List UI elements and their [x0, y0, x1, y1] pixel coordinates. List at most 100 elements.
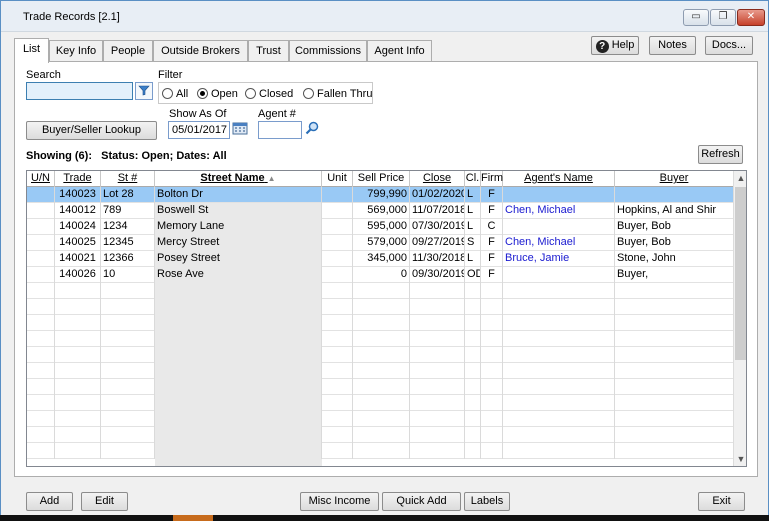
col-header-street-name[interactable]: Street Name ▲ — [155, 171, 322, 187]
filter-open-radio[interactable]: Open — [197, 87, 238, 101]
cell-unit — [322, 187, 353, 203]
magnifier-icon[interactable] — [303, 121, 321, 139]
cell-trade — [55, 427, 101, 443]
col-header-un[interactable]: U/N — [27, 171, 55, 187]
cell-st-num: Lot 28 — [101, 187, 155, 203]
docs-button[interactable]: Docs... — [705, 36, 753, 55]
col-header-firm[interactable]: Firm — [481, 171, 503, 187]
restore-button[interactable]: ❐ — [710, 9, 736, 26]
cell-sell-price: 0 — [353, 267, 410, 283]
col-header-unit[interactable]: Unit — [322, 171, 353, 187]
agent-number-field[interactable] — [258, 121, 302, 139]
col-header-sell-price[interactable]: Sell Price — [353, 171, 410, 187]
filter-all-radio[interactable]: All — [162, 87, 188, 101]
filter-closed-radio[interactable]: Closed — [245, 87, 293, 101]
col-header-agent-name[interactable]: Agent's Name — [503, 171, 615, 187]
cell-agent-name — [503, 379, 615, 395]
cell-close: 07/30/2019 — [410, 219, 465, 235]
col-header-buyer[interactable]: Buyer — [615, 171, 733, 187]
title-bar: Trade Records [2.1] ▭ ❐ ✕ — [1, 1, 768, 32]
scrollbar-thumb[interactable] — [735, 187, 746, 360]
cell-cl — [465, 395, 481, 411]
cell-agent-name: Chen, Michael — [503, 235, 615, 251]
table-row[interactable]: 14002610Rose Ave 009/30/2019ODF Buyer, — [27, 267, 733, 283]
scroll-down-icon[interactable]: ▼ — [734, 452, 746, 466]
table-row[interactable]: 140025 12345 Mercy Street 579,000 09/27/2019… — [27, 235, 733, 251]
edit-button[interactable]: Edit — [81, 492, 128, 511]
col-header-close[interactable]: Close — [410, 171, 465, 187]
cell-sell-price — [353, 283, 410, 299]
tab-list[interactable]: List — [14, 38, 49, 63]
cell-unit — [322, 283, 353, 299]
tab-commissions[interactable]: Commissions — [289, 40, 367, 62]
tab-trust[interactable]: Trust — [248, 40, 289, 62]
cell-street-name — [155, 315, 322, 331]
cell-un — [27, 187, 55, 203]
cell-firm — [481, 411, 503, 427]
cell-unit — [322, 379, 353, 395]
radio-dot-selected — [197, 88, 208, 99]
misc-income-button[interactable]: Misc Income — [300, 492, 379, 511]
buyer-seller-lookup-button[interactable]: Buyer/Seller Lookup — [26, 121, 157, 140]
labels-button[interactable]: Labels — [464, 492, 510, 511]
cell-street-name — [155, 411, 322, 427]
tab-agent-info[interactable]: Agent Info — [367, 40, 432, 62]
cell-street-name — [155, 379, 322, 395]
help-label: Help — [611, 39, 635, 51]
cell-close: 01/02/2020 — [410, 187, 465, 203]
vertical-scrollbar[interactable]: ▲ ▼ — [733, 171, 746, 466]
cell-cl — [465, 299, 481, 315]
tab-key-info[interactable]: Key Info — [49, 40, 103, 62]
quick-add-button[interactable]: Quick Add — [382, 492, 461, 511]
cell-sell-price: 345,000 — [353, 251, 410, 267]
minimize-button[interactable]: ▭ — [683, 9, 709, 26]
search-input[interactable] — [26, 82, 133, 100]
col-header-cl[interactable]: Cl. — [465, 171, 481, 187]
cell-close: 11/07/2018 — [410, 203, 465, 219]
help-button[interactable]: ? Help — [591, 36, 639, 55]
cell-sell-price — [353, 411, 410, 427]
cell-buyer — [615, 427, 733, 443]
cell-st-num — [101, 363, 155, 379]
cell-st-num: 1234 — [101, 219, 155, 235]
empty-table-row — [27, 427, 733, 443]
filter-funnel-icon[interactable] — [135, 82, 153, 100]
tab-outside-brokers[interactable]: Outside Brokers — [153, 40, 248, 62]
cell-street-name: Bolton Dr — [155, 187, 322, 203]
notes-button[interactable]: Notes — [649, 36, 696, 55]
col-header-st-num[interactable]: St # — [101, 171, 155, 187]
cell-st-num: 10 — [101, 267, 155, 283]
tab-people[interactable]: People — [103, 40, 153, 62]
exit-button[interactable]: Exit — [698, 492, 745, 511]
agent-number-label: Agent # — [258, 108, 296, 120]
close-button[interactable]: ✕ — [737, 9, 765, 26]
filter-fallen-thru-label: Fallen Thru — [317, 88, 373, 100]
empty-table-row — [27, 283, 733, 299]
cell-firm: F — [481, 251, 503, 267]
cell-firm: C — [481, 219, 503, 235]
cell-sell-price — [353, 347, 410, 363]
table-row[interactable]: 140023 Lot 28 Bolton Dr 799,990 01/02/2020 L F — [27, 187, 733, 203]
table-row[interactable]: 140012 789 Boswell St 569,000 11/07/2018 L F Ch… — [27, 203, 733, 219]
add-button[interactable]: Add — [26, 492, 73, 511]
taskbar-strip — [0, 515, 769, 521]
calendar-icon[interactable] — [231, 121, 249, 139]
cell-cl — [465, 411, 481, 427]
table-row[interactable]: 140021 12366 Posey Street 345,000 11/30/2018… — [27, 251, 733, 267]
cell-cl — [465, 379, 481, 395]
col-header-trade[interactable]: Trade — [55, 171, 101, 187]
cell-street-name — [155, 283, 322, 299]
cell-cl — [465, 331, 481, 347]
scroll-up-icon[interactable]: ▲ — [734, 171, 746, 185]
table-row[interactable]: 140024 1234 Memory Lane 595,000 07/30/2019 L C… — [27, 219, 733, 235]
cell-buyer — [615, 315, 733, 331]
cell-cl: L — [465, 251, 481, 267]
refresh-button[interactable]: Refresh — [698, 145, 743, 164]
filter-fallen-thru-radio[interactable]: Fallen Thru — [303, 87, 372, 101]
cell-trade — [55, 395, 101, 411]
radio-dot — [162, 88, 173, 99]
show-as-of-date-field[interactable]: 05/01/2017 — [168, 121, 230, 139]
cell-buyer — [615, 443, 733, 459]
cell-trade — [55, 315, 101, 331]
cell-street-name: Boswell St — [155, 203, 322, 219]
